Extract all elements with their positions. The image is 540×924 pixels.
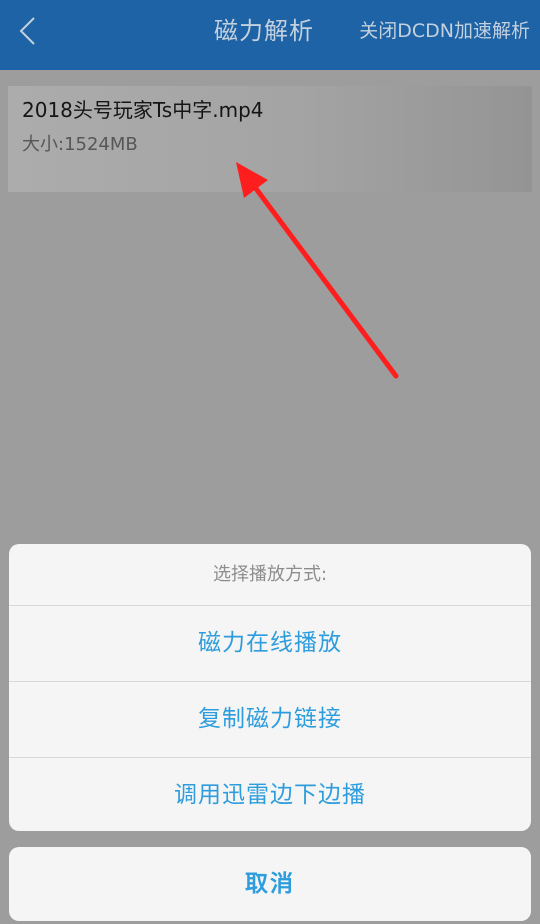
sheet-title: 选择播放方式: [9, 544, 531, 606]
file-list-item[interactable]: 2018头号玩家Ts中字.mp4 大小:1524MB [8, 86, 532, 192]
file-name: 2018头号玩家Ts中字.mp4 [22, 98, 264, 122]
option-thunder-stream[interactable]: 调用迅雷边下边播 [9, 758, 531, 831]
app-header: 磁力解析 关闭DCDN加速解析 [0, 0, 540, 70]
page-title: 磁力解析 [214, 17, 314, 45]
chevron-left-icon [19, 17, 35, 45]
option-copy-magnet-link[interactable]: 复制磁力链接 [9, 682, 531, 758]
file-size: 大小:1524MB [22, 134, 138, 155]
play-mode-sheet: 选择播放方式: 磁力在线播放 复制磁力链接 调用迅雷边下边播 [9, 544, 531, 831]
cancel-button[interactable]: 取消 [9, 847, 531, 921]
close-dcdn-button[interactable]: 关闭DCDN加速解析 [359, 17, 530, 45]
option-online-play[interactable]: 磁力在线播放 [9, 606, 531, 682]
back-button[interactable] [0, 0, 60, 62]
